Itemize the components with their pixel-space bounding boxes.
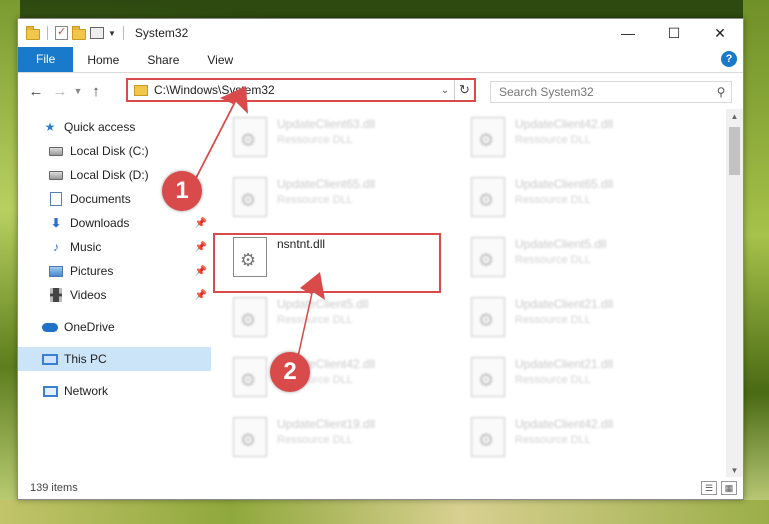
callout-badge-1: 1	[162, 171, 202, 211]
callout-badge-2: 2	[270, 352, 310, 392]
arrow-2	[285, 272, 325, 364]
callout-arrows	[183, 86, 325, 364]
arrow-1	[183, 86, 248, 182]
